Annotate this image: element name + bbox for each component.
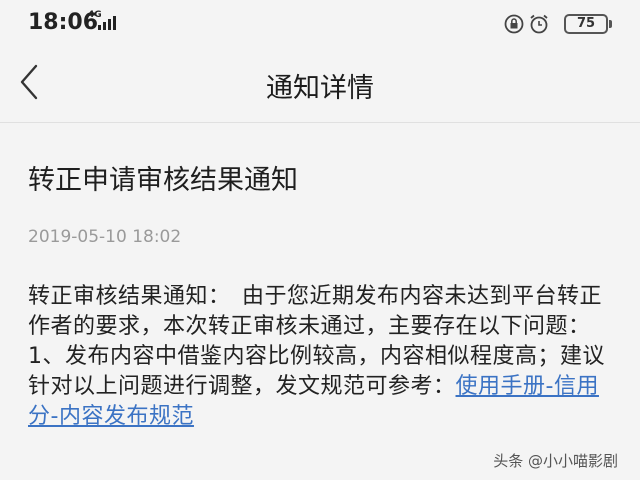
- notice-title: 转正申请审核结果通知: [28, 165, 298, 196]
- battery-cap: [609, 20, 612, 28]
- header-divider: [0, 122, 640, 123]
- network-indicator: 4G: [88, 10, 118, 34]
- rotation-lock-icon: [504, 14, 524, 34]
- watermark: 头条 @小小喵影剧: [493, 452, 618, 470]
- signal-icon: [98, 16, 116, 30]
- notification-detail-page: 18:06 4G 75 通知详情 转正申请审核结果通知 2019-05-10 1…: [0, 0, 640, 480]
- alarm-icon: [530, 14, 548, 34]
- notice-timestamp: 2019-05-10 18:02: [28, 227, 182, 247]
- page-title: 通知详情: [266, 73, 374, 104]
- header: 通知详情: [0, 50, 640, 120]
- status-bar: 18:06 4G 75: [0, 0, 640, 50]
- battery-indicator: 75: [564, 14, 608, 34]
- notice-body: 转正审核结果通知： 由于您近期发布内容未达到平台转正作者的要求，本次转正审核未通…: [28, 282, 618, 432]
